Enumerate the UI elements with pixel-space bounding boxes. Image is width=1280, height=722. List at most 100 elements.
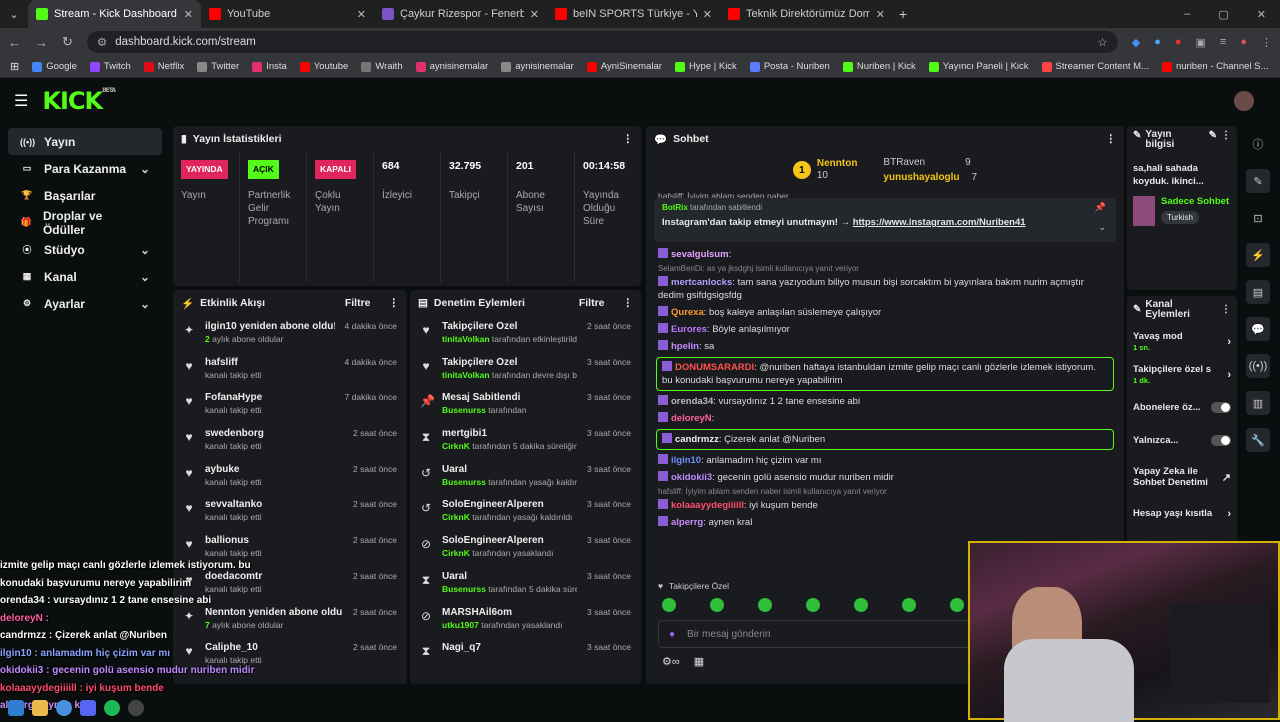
spotify-icon[interactable] — [104, 700, 120, 716]
stream-info-menu-icon[interactable]: ⋮ — [1221, 130, 1231, 141]
category-link[interactable]: Sadece Sohbet — [1161, 196, 1229, 208]
store-icon[interactable]: ▦ — [694, 655, 704, 668]
emote-icon[interactable] — [806, 598, 820, 612]
broadcast-icon[interactable]: ((•)) — [1246, 354, 1270, 378]
bookmark-item[interactable]: Twitch — [89, 61, 131, 72]
site-info-icon[interactable]: ⚙ — [97, 35, 107, 49]
toggle-switch[interactable] — [1211, 402, 1231, 413]
sidebar-item[interactable]: ⚙ Ayarlar ⌄ — [8, 290, 162, 317]
settings-icon[interactable]: ⚙∞ — [662, 655, 680, 668]
back-icon[interactable]: ← — [8, 35, 21, 50]
event-user[interactable]: utku1907 — [442, 620, 479, 630]
event-row[interactable]: ♥ Takipçilere Özel tinitaVolkan tarafından… — [410, 352, 641, 388]
extension-blue-icon[interactable]: ● — [1154, 36, 1161, 49]
close-window-icon[interactable]: ✕ — [1257, 8, 1266, 21]
tab-search-icon[interactable]: ⌄ — [0, 8, 28, 21]
event-user[interactable]: CirknK — [442, 441, 470, 451]
obs-icon[interactable] — [128, 700, 144, 716]
event-row[interactable]: ⧗ mertgibi1 CirknK tarafından 5 dakika sür… — [410, 423, 641, 459]
moderation-menu-icon[interactable]: ⋮ — [623, 297, 634, 309]
tab-close-icon[interactable]: ✕ — [357, 8, 366, 21]
expand-icon[interactable]: ⌄ — [1098, 222, 1106, 233]
bookmark-item[interactable]: Youtube — [299, 61, 348, 72]
browser-tab[interactable]: Çaykur Rizespor - Fenerbahçe Maç ✕ — [374, 0, 547, 28]
url-bar[interactable]: ⚙ dashboard.kick.com/stream ☆ — [86, 31, 1118, 53]
channel-action[interactable]: Yavaş mod 1 sn. › — [1127, 324, 1237, 357]
event-row[interactable]: 📌 Mesaj Sabitlendi Busenurss tarafından 3 s… — [410, 387, 641, 423]
event-row[interactable]: ⊘ SoloEngineerAlperen CirknK tarafından ya… — [410, 530, 641, 566]
moderation-filter-button[interactable]: Filtre — [579, 297, 605, 309]
emote-icon[interactable] — [662, 598, 676, 612]
info-icon[interactable]: ⓘ — [1246, 132, 1270, 156]
event-row[interactable]: ♥ FofanaHype kanalı takip etti 7 dakika önc… — [173, 387, 407, 423]
language-tag[interactable]: Turkish — [1161, 211, 1199, 224]
windows-start-icon[interactable] — [8, 700, 24, 716]
chat-username[interactable]: okidokii3 — [671, 472, 712, 483]
hamburger-menu-icon[interactable]: ☰ — [14, 91, 28, 111]
bookmark-item[interactable]: Netflix — [143, 61, 184, 72]
chat-username[interactable]: alperrg — [671, 517, 703, 528]
event-user[interactable]: Busenurss — [442, 405, 486, 415]
event-row[interactable]: ↺ SoloEngineerAlperen CirknK tarafından ya… — [410, 494, 641, 530]
emote-icon[interactable] — [950, 598, 964, 612]
chevron-right-icon[interactable]: › — [1227, 508, 1231, 520]
bookmark-item[interactable]: Twitter — [197, 61, 239, 72]
chevron-down-icon[interactable]: ⌄ — [140, 297, 150, 311]
bookmark-item[interactable]: Streamer Content M... — [1041, 61, 1149, 72]
kick-logo[interactable]: KICKBETA — [42, 87, 116, 115]
event-row[interactable]: ♥ aybuke kanalı takip etti 2 saat önce — [173, 459, 407, 495]
chat-username[interactable]: deloreyN — [671, 413, 712, 424]
sidebar-item[interactable]: ⦿ Stüdyo ⌄ — [8, 236, 162, 263]
sidebar-item[interactable]: ((•)) Yayın — [8, 128, 162, 155]
tab-close-icon[interactable]: ✕ — [876, 8, 885, 21]
extension-shield-icon[interactable]: ◆ — [1132, 36, 1140, 49]
sidebar-item[interactable]: 🏆 Başarılar — [8, 182, 162, 209]
minimize-icon[interactable]: – — [1184, 8, 1190, 21]
bookmark-item[interactable]: AyniSinemalar — [586, 61, 662, 72]
storage-icon[interactable]: ▥ — [1246, 391, 1270, 415]
bookmark-item[interactable]: Insta — [252, 61, 287, 72]
apps-icon[interactable]: ⊞ — [10, 60, 19, 73]
event-row[interactable]: ⧗ Uaral Busenurss tarafından 5 dakika süre… — [410, 566, 641, 602]
chat-username[interactable]: sevalgulsum — [671, 249, 729, 260]
chevron-right-icon[interactable]: › — [1227, 336, 1231, 348]
browser-menu-icon[interactable]: ⋮ — [1261, 36, 1272, 49]
event-row[interactable]: ↺ Uaral Busenurss tarafından yasağı kaldır… — [410, 459, 641, 495]
bookmark-item[interactable]: Posta - Nuriben — [749, 61, 830, 72]
event-row[interactable]: ⧗ Nagi_q7 3 saat önce — [410, 637, 641, 673]
tab-close-icon[interactable]: ✕ — [530, 8, 539, 21]
channel-action[interactable]: Hesap yaşı kısıtla › — [1127, 496, 1237, 529]
emote-icon[interactable] — [710, 598, 724, 612]
stats-menu-icon[interactable]: ⋮ — [623, 133, 634, 145]
chat-username[interactable]: hpelin — [671, 341, 699, 352]
crop-icon[interactable]: ⊡ — [1246, 206, 1270, 230]
edit-icon[interactable]: ✎ — [1209, 130, 1217, 141]
event-user[interactable]: tinitaVolkan — [442, 370, 490, 380]
user-avatar[interactable] — [1234, 91, 1254, 111]
chat-username[interactable]: DONUMSARARDI — [675, 362, 754, 373]
sidebar-item[interactable]: ▦ Kanal ⌄ — [8, 263, 162, 290]
tab-close-icon[interactable]: ✕ — [703, 8, 712, 21]
bolt-icon[interactable]: ⚡ — [1246, 243, 1270, 267]
channel-action[interactable]: Takipçilere özel s1 dk. › — [1127, 357, 1237, 390]
extension-red-icon[interactable]: ● — [1175, 36, 1182, 49]
chevron-right-icon[interactable]: › — [1227, 369, 1231, 381]
toggle-switch[interactable] — [1211, 435, 1231, 446]
bookmark-item[interactable]: Wraith — [361, 61, 403, 72]
edit-icon[interactable]: ✎ — [1246, 169, 1270, 193]
new-tab-button[interactable]: + — [899, 6, 907, 22]
doc-icon[interactable]: ▤ — [1246, 280, 1270, 304]
media-icon[interactable]: ≡ — [1220, 36, 1226, 49]
emote-icon[interactable] — [854, 598, 868, 612]
event-user[interactable]: tinitaVolkan — [442, 334, 490, 344]
reload-icon[interactable]: ↻ — [62, 34, 73, 50]
bookmark-item[interactable]: Yayıncı Paneli | Kick — [928, 61, 1029, 72]
chrome-icon[interactable] — [56, 700, 72, 716]
extensions-icon[interactable]: ▣ — [1196, 36, 1206, 49]
activity-menu-icon[interactable]: ⋮ — [389, 297, 400, 309]
wrench-icon[interactable]: 🔧 — [1246, 428, 1270, 452]
emote-icon[interactable] — [902, 598, 916, 612]
chat-username[interactable]: ilgin10 — [671, 455, 701, 466]
bookmark-item[interactable]: aynisinemalar — [501, 61, 574, 72]
pin-icon[interactable]: 📌 — [1095, 202, 1106, 213]
